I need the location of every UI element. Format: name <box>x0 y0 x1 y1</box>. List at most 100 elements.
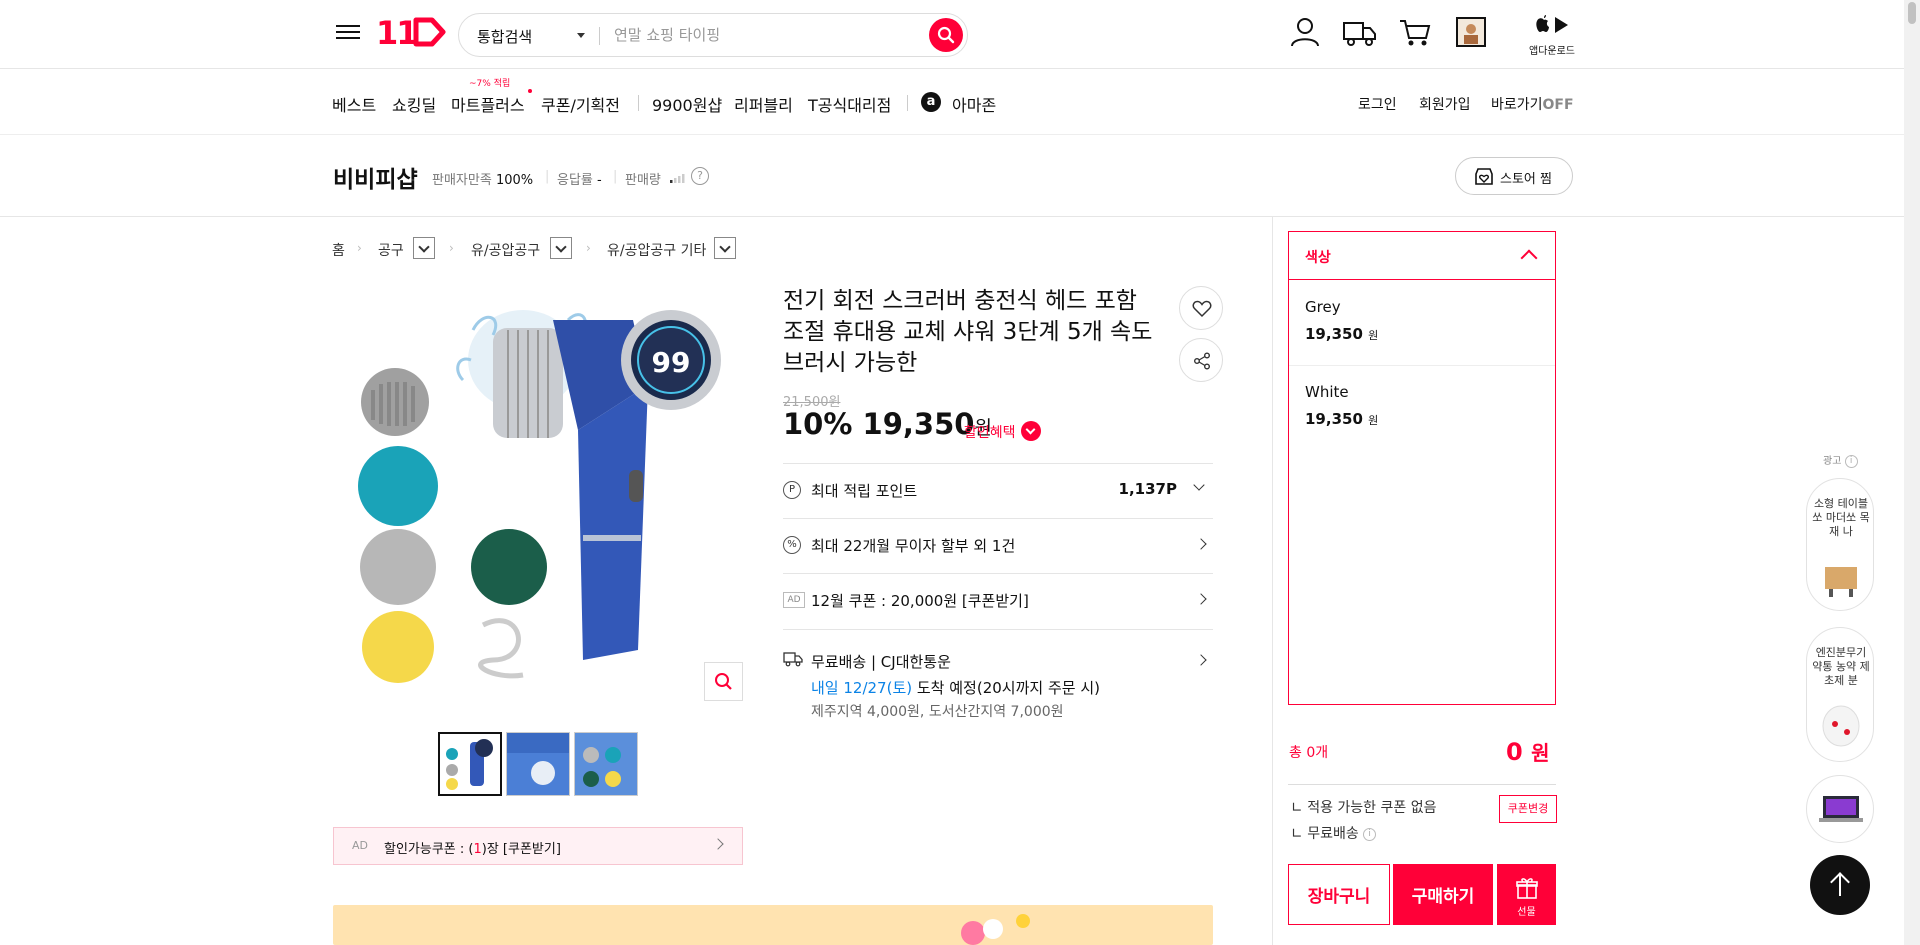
scrubber-product-image: 99 <box>358 310 721 683</box>
chevron-down-icon <box>577 33 585 38</box>
chevron-down-icon[interactable] <box>1021 421 1041 441</box>
option-item-grey[interactable]: Grey 19,350 원 <box>1289 281 1555 366</box>
info-icon[interactable]: i <box>1844 454 1858 468</box>
nav-coupon[interactable]: 쿠폰/기획전 <box>541 92 620 116</box>
nav-amazon[interactable]: 아마존 <box>952 92 996 116</box>
info-icon[interactable]: i <box>1363 827 1377 841</box>
thumbnail-1[interactable] <box>438 732 502 796</box>
store-favorite-button[interactable]: 스토어 찜 <box>1455 157 1573 195</box>
cart-icon[interactable] <box>1398 15 1432 49</box>
breadcrumb-dropdown[interactable] <box>413 237 435 259</box>
coupon-change-button[interactable]: 쿠폰변경 <box>1499 795 1557 823</box>
search-box: 통합검색 <box>458 13 968 57</box>
gift-balloon-icon <box>961 914 1030 945</box>
point-value: 1,137P <box>1118 480 1177 498</box>
option-price: 19,350 원 <box>1305 325 1379 343</box>
seller-sales: 판매량 <box>625 173 661 188</box>
delivery-truck-icon[interactable] <box>1342 15 1376 49</box>
breadcrumb-item[interactable]: 유/공압공구 기타 <box>607 240 706 260</box>
scrollbar[interactable] <box>1904 0 1920 945</box>
divider <box>1288 784 1556 785</box>
breadcrumb-item[interactable]: 공구 <box>378 240 404 260</box>
store-heart-icon <box>1475 168 1493 185</box>
coupon-download-bar[interactable]: AD 할인가능쿠폰 : (1)장 [쿠폰받기] <box>333 827 743 865</box>
new-dot <box>528 89 532 93</box>
discount-benefit-link[interactable]: 할인혜택 <box>964 422 1016 442</box>
search-scope-select[interactable]: 통합검색 <box>477 26 532 47</box>
nav-shocking-deal[interactable]: 쇼킹딜 <box>392 92 436 116</box>
wishlist-button[interactable] <box>1179 286 1223 330</box>
thumbnail-3[interactable] <box>574 732 638 796</box>
scroll-top-button[interactable] <box>1810 855 1870 915</box>
ad-product-image <box>1822 705 1860 747</box>
logo[interactable]: 11 <box>376 14 446 57</box>
option-name: Grey <box>1305 298 1341 316</box>
chevron-right-icon: › <box>449 241 454 255</box>
divider: | <box>613 169 618 184</box>
option-header[interactable]: 색상 <box>1289 232 1555 280</box>
breadcrumb-item[interactable]: 유/공압공구 <box>471 240 540 260</box>
side-ad-2[interactable]: 엔진분무기 약통 농약 제초제 분 <box>1806 627 1874 762</box>
nav-mart-plus[interactable]: 마트플러스 <box>451 92 525 116</box>
search-input[interactable] <box>614 22 904 48</box>
ad-product-image <box>1825 567 1857 597</box>
thumbnail-2[interactable] <box>506 732 570 796</box>
zoom-icon <box>715 673 732 690</box>
product-main-image[interactable]: 99 <box>333 290 743 710</box>
option-item-white[interactable]: White 19,350 원 <box>1289 366 1555 451</box>
chevron-right-icon <box>1195 654 1207 666</box>
gift-icon <box>1515 878 1538 899</box>
nav-9900[interactable]: 9900원샵 <box>652 92 722 116</box>
seller-satisfaction: 판매자만족 100% <box>432 173 534 188</box>
app-download-button[interactable]: 앱다운로드 <box>1528 14 1576 57</box>
breadcrumb-home[interactable]: 홈 <box>332 240 345 260</box>
search-button[interactable] <box>929 18 963 52</box>
help-icon[interactable]: ? <box>691 167 709 185</box>
scrollbar-thumb[interactable] <box>1908 2 1916 24</box>
point-row[interactable]: P 최대 적립 포인트 1,137P <box>783 463 1213 518</box>
join-link[interactable]: 회원가입 <box>1419 94 1471 114</box>
promo-banner[interactable] <box>333 905 1213 945</box>
side-ad-3[interactable] <box>1806 775 1874 843</box>
buy-now-button[interactable]: 구매하기 <box>1393 864 1493 925</box>
login-link[interactable]: 로그인 <box>1358 94 1397 114</box>
add-to-cart-button[interactable]: 장바구니 <box>1288 864 1390 925</box>
free-shipping-status: ∟ 무료배송 i <box>1291 823 1377 843</box>
nav-best[interactable]: 베스트 <box>332 92 376 116</box>
option-title: 색상 <box>1305 250 1331 266</box>
user-icon[interactable] <box>1288 15 1322 49</box>
installment-row[interactable]: % 최대 22개월 무이자 할부 외 1건 <box>783 518 1213 573</box>
nav-refurbly[interactable]: 리퍼블리 <box>734 92 793 116</box>
truck-icon <box>783 652 803 667</box>
share-button[interactable] <box>1179 338 1223 382</box>
point-label: 최대 적립 포인트 <box>811 482 918 500</box>
divider <box>1272 217 1273 945</box>
menu-icon[interactable] <box>336 21 360 45</box>
side-ad-1[interactable]: 소형 테이블쏘 마더쏘 목재 나 <box>1806 478 1874 611</box>
product-title: 전기 회전 스크러버 충전식 헤드 포함 조절 휴대용 교체 샤워 3단계 5개… <box>783 288 1153 376</box>
gift-button[interactable]: 선물 <box>1497 864 1556 925</box>
point-icon: P <box>783 481 801 499</box>
coupon-row[interactable]: AD 12월 쿠폰 : 20,000원 [쿠폰받기] <box>783 573 1213 628</box>
chevron-right-icon: › <box>357 241 362 255</box>
total-price: 0 원 <box>1506 738 1550 766</box>
shortcut-toggle[interactable]: 바로가기OFF <box>1491 94 1574 114</box>
sale-price: 10% 19,350원 <box>783 407 992 441</box>
option-name: White <box>1305 383 1349 401</box>
search-icon <box>937 26 955 44</box>
breadcrumb-dropdown[interactable] <box>550 237 572 259</box>
heart-icon <box>1192 300 1212 318</box>
nav-t-official[interactable]: T공식대리점 <box>808 92 891 116</box>
percent-icon: % <box>783 536 801 554</box>
store-favorite-label: 스토어 찜 <box>1500 172 1552 187</box>
seller-name[interactable]: 비비피샵 <box>333 160 418 194</box>
recent-viewed-icon[interactable] <box>1455 16 1489 50</box>
zoom-button[interactable] <box>704 662 743 701</box>
breadcrumb-dropdown[interactable] <box>714 237 736 259</box>
side-ad-text: 엔진분무기 약통 농약 제초제 분 <box>1812 646 1870 687</box>
app-download-label: 앱다운로드 <box>1529 46 1575 57</box>
amazon-icon: a <box>921 92 941 112</box>
divider <box>638 95 639 111</box>
svg-text:11: 11 <box>376 15 417 49</box>
coupon-status: ∟ 적용 가능한 쿠폰 없음 <box>1291 800 1437 816</box>
